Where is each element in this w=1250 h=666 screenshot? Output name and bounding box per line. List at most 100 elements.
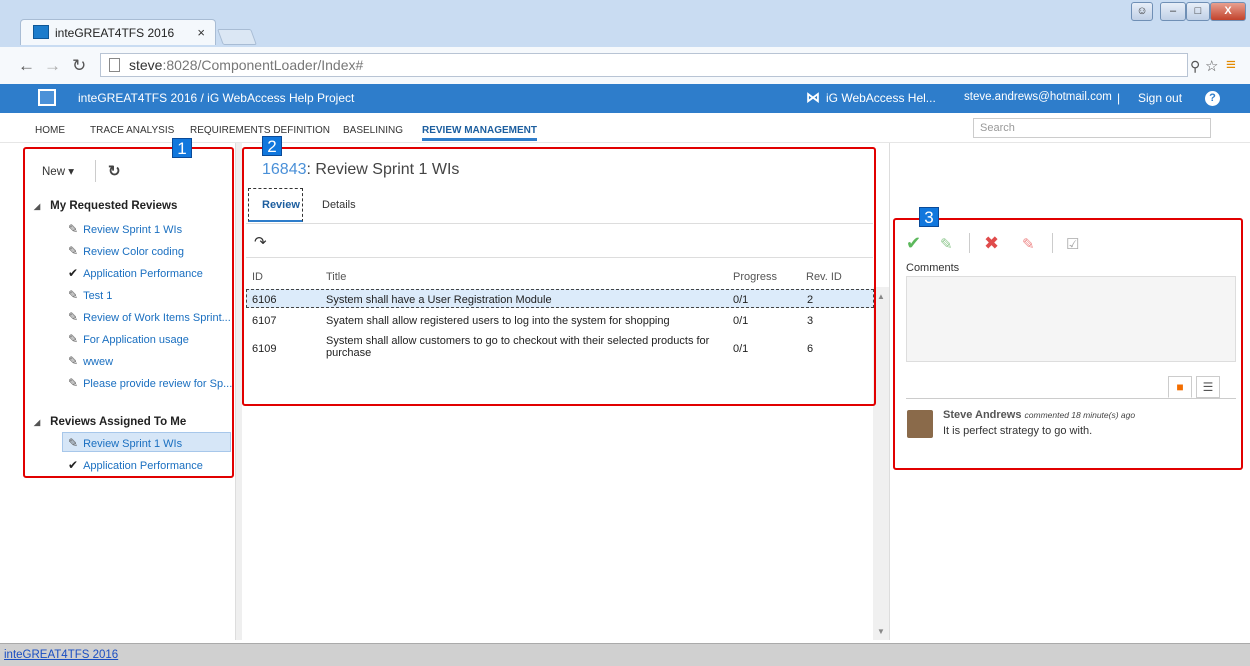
cell-progress: 0/1 bbox=[733, 315, 749, 327]
breadcrumb[interactable]: inteGREAT4TFS 2016 / iG WebAccess Help P… bbox=[78, 91, 354, 105]
cell-title: Syatem shall allow registered users to l… bbox=[326, 315, 670, 327]
cell-title-continued: purchase bbox=[326, 347, 372, 359]
tree-item-label: Application Performance bbox=[83, 460, 203, 472]
tree-item-label: Test 1 bbox=[83, 290, 113, 302]
browser-tab[interactable]: inteGREAT4TFS 2016 × bbox=[20, 19, 216, 45]
review-id-link[interactable]: 16843 bbox=[262, 161, 307, 178]
comment-text: It is perfect strategy to go with. bbox=[943, 425, 1093, 437]
help-icon[interactable]: ? bbox=[1205, 91, 1220, 106]
reviews-sidebar bbox=[0, 143, 236, 640]
tree-item[interactable]: ✎ Review Color coding bbox=[68, 244, 184, 258]
tree-item[interactable]: ✎ Review of Work Items Sprint... bbox=[68, 310, 231, 324]
scroll-up-icon[interactable]: ▲ bbox=[877, 292, 885, 301]
menu-home[interactable]: HOME bbox=[35, 125, 65, 136]
comment-view-icon[interactable]: ■ bbox=[1168, 376, 1192, 398]
menu-requirements-definition[interactable]: REQUIREMENTS DEFINITION bbox=[190, 125, 330, 136]
cell-progress: 0/1 bbox=[733, 343, 749, 355]
app-logo-icon bbox=[38, 89, 56, 106]
star-icon[interactable]: ☆ bbox=[1205, 57, 1218, 75]
new-tab-button[interactable] bbox=[217, 29, 257, 45]
vertical-scrollbar[interactable] bbox=[873, 287, 889, 640]
edit-icon: ✎ bbox=[68, 288, 79, 302]
table-row[interactable]: 6109 System shall allow customers to go … bbox=[246, 335, 874, 367]
tree-header-assigned[interactable]: ◢ Reviews Assigned To Me bbox=[34, 416, 186, 428]
tab-review[interactable]: Review bbox=[262, 199, 300, 211]
edit-icon: ✎ bbox=[68, 244, 79, 258]
tree-item-label: Review of Work Items Sprint... bbox=[83, 312, 231, 324]
cell-title: System shall have a User Registration Mo… bbox=[326, 294, 552, 306]
user-email[interactable]: steve.andrews@hotmail.com bbox=[964, 91, 1112, 103]
new-button[interactable]: New ▾ bbox=[42, 164, 74, 178]
tree-header-my-requested[interactable]: ◢ My Requested Reviews bbox=[34, 200, 177, 212]
table-row[interactable]: 6107 Syatem shall allow registered users… bbox=[246, 311, 874, 330]
sign-out-link[interactable]: Sign out bbox=[1138, 91, 1182, 105]
close-tab-button[interactable]: × bbox=[197, 25, 205, 40]
check-icon: ✔ bbox=[68, 458, 79, 472]
tag-icon[interactable]: ☑ bbox=[1066, 235, 1079, 253]
tree-item-label: Review Sprint 1 WIs bbox=[83, 224, 183, 236]
review-title: 16843: Review Sprint 1 WIs bbox=[262, 161, 460, 178]
divider bbox=[246, 257, 873, 258]
edit-icon: ✎ bbox=[68, 354, 79, 368]
back-icon[interactable]: ← bbox=[18, 56, 35, 76]
scroll-down-icon[interactable]: ▼ bbox=[877, 627, 885, 636]
reject-with-comments-icon[interactable]: ✎ bbox=[1022, 235, 1035, 253]
divider bbox=[246, 223, 873, 224]
redo-icon[interactable]: ↷ bbox=[254, 233, 267, 251]
tree-item[interactable]: ✔ Application Performance bbox=[68, 266, 203, 280]
check-icon: ✔ bbox=[68, 266, 79, 280]
tree-item[interactable]: ✎ Review Sprint 1 WIs bbox=[68, 436, 182, 450]
tree-item[interactable]: ✎ wwew bbox=[68, 354, 113, 368]
address-url: steve:8028/ComponentLoader/Index# bbox=[129, 57, 364, 73]
approve-with-comments-icon[interactable]: ✎ bbox=[940, 235, 953, 253]
forward-icon[interactable]: → bbox=[44, 56, 61, 76]
collapse-icon[interactable]: ◢ bbox=[34, 202, 40, 211]
status-link[interactable]: inteGREAT4TFS 2016 bbox=[4, 649, 118, 661]
column-title[interactable]: Title bbox=[326, 271, 346, 283]
reload-icon[interactable]: ↻ bbox=[72, 56, 86, 76]
table-row[interactable]: 6106 System shall have a User Registrati… bbox=[246, 289, 874, 308]
minimize-button[interactable]: – bbox=[1160, 2, 1186, 21]
column-id[interactable]: ID bbox=[252, 271, 263, 283]
cell-rev-id: 6 bbox=[807, 343, 814, 355]
maximize-button[interactable]: □ bbox=[1186, 2, 1210, 21]
tree-item[interactable]: ✎ For Application usage bbox=[68, 332, 189, 346]
cell-id: 6106 bbox=[252, 294, 277, 306]
address-bar[interactable]: steve:8028/ComponentLoader/Index# bbox=[100, 53, 1188, 77]
user-icon[interactable]: ☺ bbox=[1131, 2, 1153, 21]
toolbar-divider bbox=[1052, 233, 1053, 253]
window-close-button[interactable]: X bbox=[1210, 2, 1246, 21]
marker-2: 2 bbox=[262, 136, 282, 156]
comments-label: Comments bbox=[906, 262, 960, 274]
tree-item[interactable]: ✎ Test 1 bbox=[68, 288, 112, 302]
tree-item-label: Review Color coding bbox=[83, 246, 184, 258]
project-link[interactable]: iG WebAccess Hel... bbox=[826, 91, 936, 105]
refresh-icon[interactable]: ↻ bbox=[108, 162, 121, 180]
menu-trace-analysis[interactable]: TRACE ANALYSIS bbox=[90, 125, 174, 136]
list-view-icon[interactable]: ☰ bbox=[1196, 376, 1220, 398]
key-icon[interactable]: ⚲ bbox=[1190, 58, 1200, 75]
reject-icon[interactable]: ✖ bbox=[984, 233, 999, 254]
search-input[interactable]: Search bbox=[973, 118, 1211, 138]
menu-baselining[interactable]: BASELINING bbox=[343, 125, 403, 136]
cell-rev-id: 3 bbox=[807, 315, 814, 327]
marker-3: 3 bbox=[919, 207, 939, 227]
menu-icon[interactable]: ≡ bbox=[1226, 55, 1236, 75]
cell-rev-id: 2 bbox=[807, 294, 814, 306]
comment-input[interactable] bbox=[906, 276, 1236, 362]
menu-review-management[interactable]: REVIEW MANAGEMENT bbox=[422, 125, 537, 141]
column-rev-id[interactable]: Rev. ID bbox=[806, 271, 842, 283]
column-progress[interactable]: Progress bbox=[733, 271, 777, 283]
cell-id: 6109 bbox=[252, 343, 277, 355]
approve-icon[interactable]: ✔ bbox=[906, 233, 921, 254]
toolbar-divider bbox=[969, 233, 970, 253]
tree-item-label: wwew bbox=[83, 356, 114, 368]
collapse-icon[interactable]: ◢ bbox=[34, 418, 40, 427]
avatar bbox=[907, 410, 933, 438]
tree-item[interactable]: ✎ Review Sprint 1 WIs bbox=[68, 222, 182, 236]
tree-item-label: Please provide review for Sp... bbox=[83, 378, 233, 390]
visual-studio-icon: ⋈ bbox=[806, 89, 820, 105]
tree-item[interactable]: ✎ Please provide review for Sp... bbox=[68, 376, 232, 390]
tree-item[interactable]: ✔ Application Performance bbox=[68, 458, 203, 472]
tab-details[interactable]: Details bbox=[322, 199, 356, 211]
